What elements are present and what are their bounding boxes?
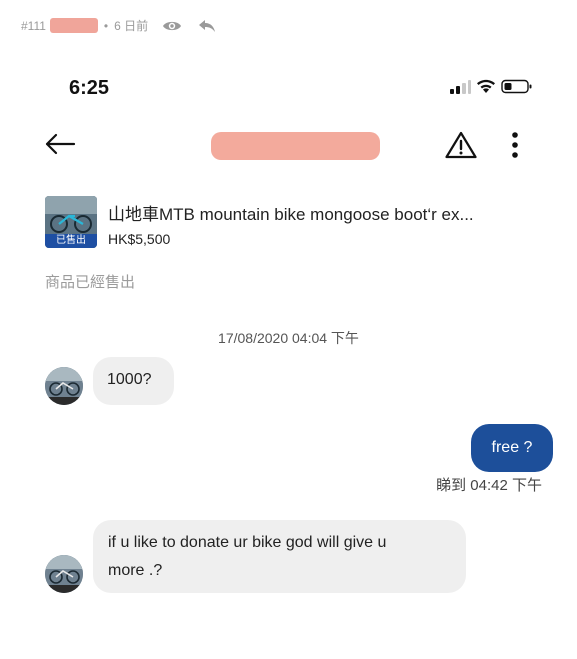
message-text: 1000? — [107, 371, 152, 388]
meta-separator: • — [103, 18, 109, 33]
wifi-icon — [476, 79, 496, 99]
post-number: #111 — [21, 18, 46, 33]
warning-icon — [445, 131, 477, 164]
more-vertical-icon — [511, 131, 519, 164]
chat-header — [0, 126, 577, 168]
chat-title-redacted — [211, 132, 380, 160]
more-options-button[interactable] — [500, 128, 530, 166]
product-card[interactable]: 已售出 山地車MTB mountain bike mongoose boot‘r… — [45, 196, 555, 248]
post-meta: #111 • 6 日前 — [21, 17, 216, 34]
message-bubble-outgoing[interactable]: free ? — [471, 424, 553, 472]
date-separator: 17/08/2020 04:04 下午 — [218, 330, 359, 346]
post-time-ago: 6 日前 — [114, 19, 149, 33]
sold-badge: 已售出 — [45, 234, 97, 248]
product-thumbnail: 已售出 — [45, 196, 97, 248]
message-bubble-incoming[interactable]: if u like to donate ur bike god will giv… — [93, 520, 466, 593]
status-time: 6:25 — [69, 77, 110, 99]
back-arrow-icon — [44, 133, 76, 160]
signal-icon — [449, 79, 471, 99]
avatar[interactable] — [45, 555, 83, 593]
message-text-line: more .? — [108, 562, 163, 579]
product-title: 山地車MTB mountain bike mongoose boot‘r ex.… — [108, 205, 474, 224]
product-price: HK$5,500 — [108, 231, 171, 247]
sold-notice: 商品已經售出 — [45, 274, 136, 291]
avatar[interactable] — [45, 367, 83, 405]
back-button[interactable] — [42, 130, 78, 162]
status-icons — [449, 79, 533, 99]
redacted-username — [49, 18, 98, 33]
read-receipt: 睇到 04:42 下午 — [436, 477, 542, 494]
battery-icon — [501, 79, 533, 99]
status-bar: 6:25 — [0, 75, 577, 101]
report-button[interactable] — [441, 128, 481, 166]
eye-icon — [162, 19, 182, 33]
message-text-line: if u like to donate ur bike god will giv… — [108, 534, 387, 551]
message-bubble-incoming[interactable]: 1000? — [93, 357, 174, 405]
message-text: free ? — [491, 439, 533, 456]
reply-icon[interactable] — [198, 19, 216, 33]
